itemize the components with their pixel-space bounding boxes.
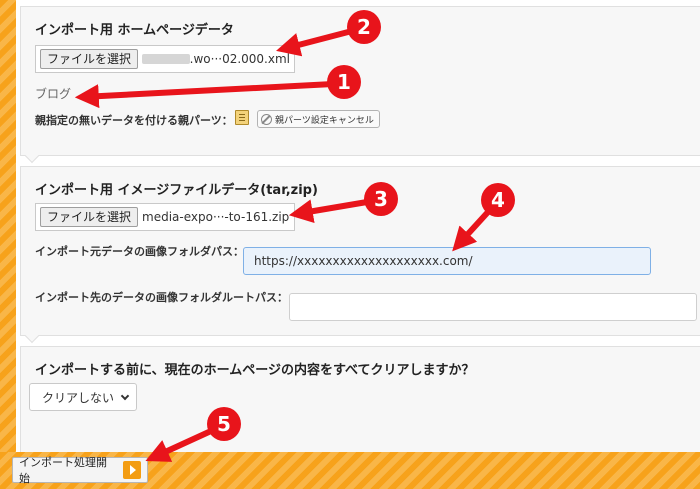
section-title: インポート用 イメージファイルデータ(tar,zip) (35, 183, 318, 198)
zip-file-input[interactable]: ファイルを選択 media-expo···-to-161.zip (35, 203, 295, 231)
panel-notch (24, 148, 40, 164)
choose-file-button[interactable]: ファイルを選択 (40, 207, 139, 227)
start-import-button[interactable]: インポート処理開始 (12, 456, 148, 485)
file-name: media-expo···-to-161.zip (142, 210, 290, 224)
section-clear-option: インポートする前に、現在のホームページの内容をすべてクリアしますか？ クリアしな… (20, 346, 700, 452)
file-name: .wo···02.000.xml (189, 52, 290, 66)
chevron-down-icon (120, 391, 130, 400)
ban-icon (261, 113, 272, 125)
parent-parts-label: 親指定の無いデータを付ける親パーツ： (35, 114, 233, 127)
start-import-label: インポート処理開始 (19, 456, 107, 485)
section-image-data: インポート用 イメージファイルデータ(tar,zip) ファイルを選択 medi… (20, 166, 700, 344)
section-title: インポート用 ホームページデータ (35, 23, 234, 38)
import-form: インポート用 ホームページデータ ファイルを選択 .wo···02.000.xm… (16, 0, 700, 452)
section-homepage-data: インポート用 ホームページデータ ファイルを選択 .wo···02.000.xm… (20, 6, 700, 164)
choose-file-button[interactable]: ファイルを選択 (40, 49, 139, 69)
source-path-label: インポート元データの画像フォルダパス： (35, 245, 244, 258)
parts-select-icon[interactable] (235, 110, 249, 125)
dest-path-label: インポート先のデータの画像フォルダルートパス： (35, 291, 288, 304)
import-start-icon (123, 461, 141, 479)
panel-notch (24, 328, 40, 344)
blurred-filename (142, 54, 190, 64)
clear-question: インポートする前に、現在のホームページの内容をすべてクリアしますか？ (35, 363, 475, 378)
cancel-button-label: 親パーツ設定キャンセル (275, 115, 374, 126)
clear-select-value: クリアしない (42, 390, 115, 405)
source-path-input[interactable]: https://xxxxxxxxxxxxxxxxxxxx.com/ (243, 247, 651, 275)
blog-label: ブログ (35, 87, 72, 101)
xml-file-input[interactable]: ファイルを選択 .wo···02.000.xml (35, 45, 295, 73)
parent-cancel-button[interactable]: 親パーツ設定キャンセル (257, 110, 380, 128)
dest-path-input[interactable] (289, 293, 697, 321)
clear-select[interactable]: クリアしない (29, 383, 138, 411)
left-stripe-border (0, 0, 16, 452)
